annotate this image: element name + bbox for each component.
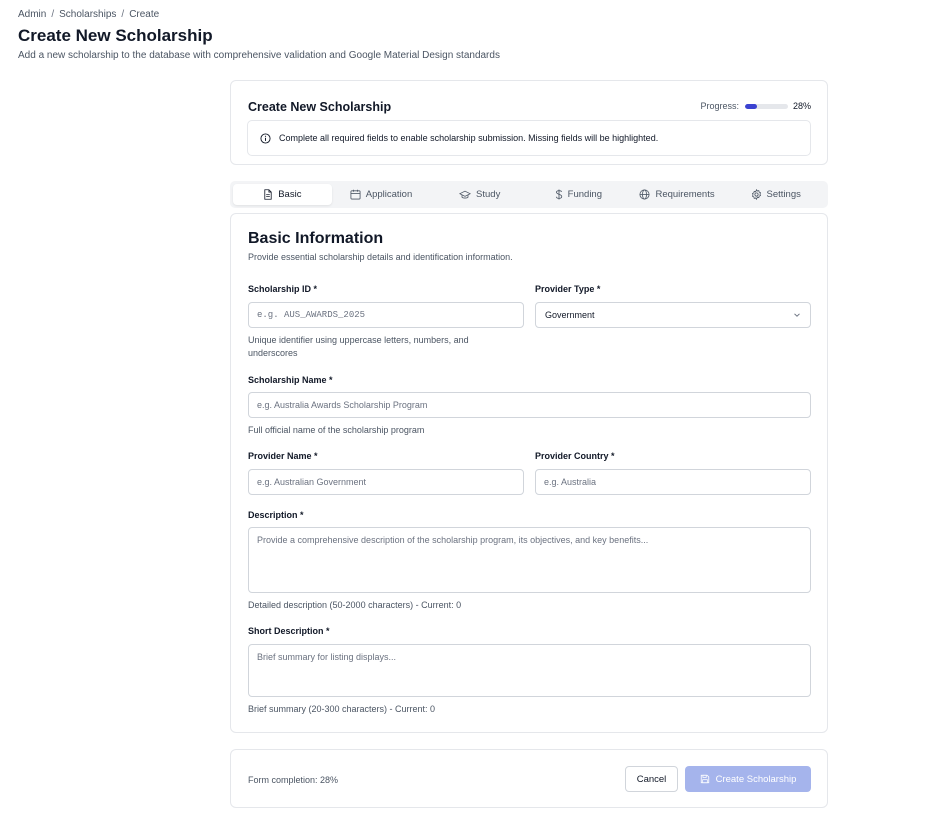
status-card: Create New Scholarship Progress: 28% Com… [230,80,828,165]
provider-name-label: Provider Name * [248,451,318,461]
save-icon [700,774,709,784]
cancel-button[interactable]: Cancel [625,766,678,792]
form-tabs: Basic Application Study Funding Requirem… [230,181,828,208]
tab-funding[interactable]: Funding [529,184,628,205]
tab-label: Application [365,189,413,200]
tab-label: Settings [766,189,801,200]
provider-country-input[interactable] [535,469,811,495]
tab-label: Funding [567,189,603,200]
progress-bar-fill [744,103,758,109]
create-scholarship-label: Create Scholarship [715,773,797,785]
scholarship-name-input[interactable] [248,392,811,418]
scholarship-id-label: Scholarship ID * [248,284,318,294]
provider-name-input[interactable] [248,469,524,495]
globe-icon [639,189,650,200]
alert-text: Complete all required fields to enable s… [279,133,659,143]
form-completion-text: Form completion: 28% [248,775,339,785]
page-subtitle: Add a new scholarship to the database wi… [18,50,500,61]
create-scholarship-button[interactable]: Create Scholarship [685,766,811,792]
provider-country-label: Provider Country * [535,451,615,461]
scholarship-id-help-line: underscores [248,348,298,358]
description-textarea[interactable] [248,527,811,593]
scholarship-id-input[interactable] [248,302,524,328]
progress-indicator: Progress: 28% [700,101,811,111]
breadcrumb-separator: / [121,9,125,20]
info-icon [260,132,271,144]
section-title: Basic Information [248,230,384,247]
dollar-icon [555,189,562,200]
breadcrumb-create: Create [129,9,160,20]
page-title: Create New Scholarship [18,26,213,45]
scholarship-id-help: Unique identifier using uppercase letter… [248,334,469,360]
tab-label: Study [476,189,501,200]
provider-type-select[interactable]: Government [535,302,811,328]
form-footer: Form completion: 28% Cancel Create Schol… [230,749,828,808]
graduation-cap-icon [459,190,472,198]
breadcrumb-separator: / [51,9,55,20]
short-description-textarea[interactable] [248,644,811,697]
tab-application[interactable]: Application [332,184,431,205]
tab-requirements[interactable]: Requirements [628,184,727,205]
short-description-help: Brief summary (20-300 characters) - Curr… [248,704,436,714]
description-label: Description * [248,510,304,520]
section-description: Provide essential scholarship details an… [248,252,513,262]
gear-icon [751,189,761,200]
breadcrumb-scholarships[interactable]: Scholarships [59,9,116,20]
progress-label: Progress: [700,101,739,111]
required-fields-alert: Complete all required fields to enable s… [247,120,811,156]
tab-label: Requirements [655,189,715,200]
basic-information-card: Basic Information Provide essential scho… [230,213,828,733]
breadcrumb-admin[interactable]: Admin [18,9,46,20]
provider-type-value: Government [545,310,595,320]
document-icon [264,189,272,200]
progress-bar [744,103,788,109]
short-description-label: Short Description * [248,626,330,636]
tab-label: Basic [278,189,302,200]
tab-basic[interactable]: Basic [233,184,332,205]
scholarship-id-help-line: Unique identifier using uppercase letter… [248,335,469,345]
breadcrumb: Admin / Scholarships / Create [18,9,159,20]
tab-settings[interactable]: Settings [726,184,825,205]
calendar-icon [350,189,361,200]
chevron-down-icon [794,313,800,317]
provider-type-label: Provider Type * [535,284,601,294]
status-card-title: Create New Scholarship [248,100,392,114]
description-help: Detailed description (50-2000 characters… [248,600,462,610]
tab-study[interactable]: Study [430,184,529,205]
scholarship-name-label: Scholarship Name * [248,375,333,385]
scholarship-name-help: Full official name of the scholarship pr… [248,425,425,435]
progress-value: 28% [792,101,811,111]
